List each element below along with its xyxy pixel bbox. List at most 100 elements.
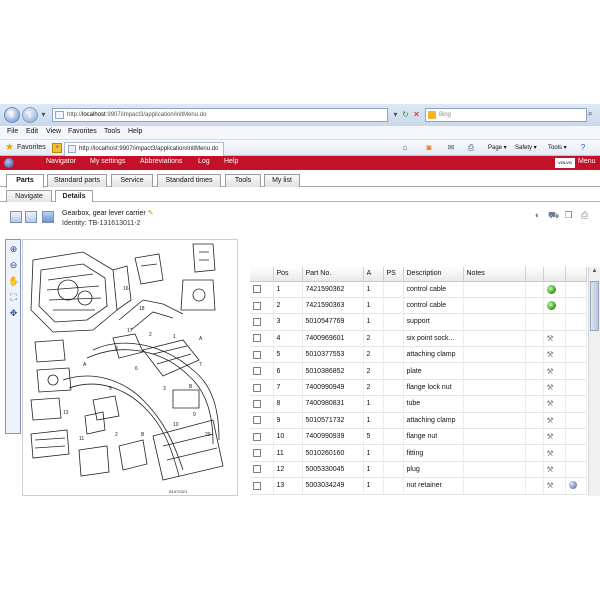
tool-icon[interactable]: ⚒ [547,350,554,359]
table-row[interactable]: 13 5003034249 1 nut retainer ⚒ [250,477,587,495]
row-checkbox[interactable] [253,367,261,376]
search-input[interactable]: Bing [425,108,587,122]
header-description[interactable]: Description [403,267,464,282]
row-checkbox[interactable] [253,449,261,458]
table-row[interactable]: 8 7400980831 1 tube ⚒ [250,395,587,413]
row-checkbox[interactable] [253,317,261,326]
pan-hand-icon[interactable]: ✋ [8,276,19,287]
tool-icon[interactable]: ⚒ [547,334,554,343]
tool-icon[interactable]: ⚒ [547,367,554,376]
stop-icon[interactable]: ✕ [411,109,422,121]
menu-file[interactable]: File [7,128,18,135]
tab-parts[interactable]: Parts [6,174,44,188]
browser-tab[interactable]: http://localhost:9907/impact3/applicatio… [64,142,224,156]
row-checkbox[interactable] [253,334,261,343]
header-part-no[interactable]: Part No. [302,267,364,282]
help-icon[interactable]: ? [578,143,588,153]
favorites-button[interactable]: Favorites [17,144,46,151]
subtab-navigate[interactable]: Navigate [6,190,52,202]
pin-icon[interactable]: ✎ [148,210,154,217]
scroll-thumb[interactable] [590,281,599,331]
back-button[interactable]: ‹ [4,107,20,123]
favorites-star-icon[interactable]: ★ [5,142,14,153]
row-checkbox[interactable] [253,465,261,474]
tab-standard-times[interactable]: Standard times [157,174,221,187]
safety-menu[interactable]: Safety ▾ [515,144,537,151]
row-checkbox[interactable] [253,383,261,392]
nav-log[interactable]: Log [198,158,210,165]
table-row[interactable]: 3 5010547769 1 support [250,313,587,331]
nav-abbreviations[interactable]: Abbreviations [140,158,182,165]
app-menu-button[interactable]: Menu [578,158,596,165]
header-ps[interactable]: PS [383,267,404,282]
tool-icon[interactable]: ⚒ [547,416,554,425]
tab-my-list[interactable]: My list [264,174,300,187]
home-icon[interactable]: ⌂ [400,143,410,153]
tools-menu[interactable]: Tools ▾ [548,144,567,151]
history-icon[interactable]: ◐ [532,210,543,221]
table-scrollbar[interactable]: ▲ [588,267,600,496]
tool-icon[interactable]: ⚒ [547,481,554,490]
tool-icon[interactable]: ⚒ [547,465,554,474]
print-icon[interactable]: ⎙ [466,143,476,153]
table-row[interactable]: 4 7400969601 2 six point sock... ⚒ [250,330,587,348]
tool-icon[interactable]: ⚒ [547,432,554,441]
nav-help[interactable]: Help [224,158,238,165]
cart-icon[interactable]: ⛟ [548,210,559,221]
printer-icon[interactable]: ⎙ [579,210,590,221]
collapse-icon[interactable] [25,211,37,223]
add-favorite-icon[interactable]: + [52,143,62,153]
table-row[interactable]: 5 5010377553 2 attaching clamp ⚒ [250,346,587,364]
table-row[interactable]: 9 5010571732 1 attaching clamp ⚒ [250,412,587,430]
header-a[interactable]: A [363,267,384,282]
header-notes[interactable]: Notes [463,267,526,282]
table-row[interactable]: 1 7421590362 1 control cable → [250,281,587,298]
refresh-icon[interactable]: ↻ [400,109,411,121]
page-menu[interactable]: Page ▾ [488,144,507,151]
table-row[interactable]: 6 5010386852 2 plate ⚒ [250,362,587,380]
exploded-view-illustration[interactable]: 16 17 18 8 2 1 A 7 6 5 A 3 B 13 11 2 B 9 20 10 B19793… [22,239,238,496]
go-arrow-icon[interactable]: → [546,284,556,294]
row-checkbox[interactable] [253,301,261,310]
nav-navigator[interactable]: Navigator [46,158,76,165]
mail-icon[interactable]: ✉ [446,143,456,153]
menu-edit[interactable]: Edit [26,128,38,135]
zoom-out-icon[interactable]: ⊖ [8,260,19,271]
table-row[interactable]: 12 5005330045 1 plug ⚒ [250,461,587,479]
split-view-icon[interactable] [42,211,54,223]
row-checkbox[interactable] [253,285,261,294]
row-checkbox[interactable] [253,350,261,359]
row-checkbox[interactable] [253,432,261,441]
tool-icon[interactable]: ⚒ [547,383,554,392]
tab-service[interactable]: Service [111,174,153,187]
header-pos[interactable]: Pos [273,267,303,282]
feeds-icon[interactable]: ◙ [424,143,434,153]
info-icon[interactable] [568,480,577,489]
zoom-in-icon[interactable]: ⊕ [8,244,19,255]
table-row[interactable]: 7 7400990949 2 flange lock nut ⚒ [250,379,587,397]
row-checkbox[interactable] [253,399,261,408]
table-row[interactable]: 2 7421590363 1 control cable → [250,297,587,315]
address-bar[interactable]: http://localhost:9907/impact3/applicatio… [52,108,388,122]
table-row[interactable]: 11 5010260160 1 fitting ⚒ [250,444,587,462]
forward-button[interactable]: › [22,107,38,123]
scroll-up-icon[interactable]: ▲ [590,268,599,278]
copy-icon[interactable]: ❐ [563,210,574,221]
tab-standard-parts[interactable]: Standard parts [47,174,107,187]
history-dropdown-icon[interactable]: ▾ [38,109,49,121]
menu-tools[interactable]: Tools [104,128,120,135]
go-arrow-icon[interactable]: → [546,301,556,311]
search-icon[interactable]: ⌕ [588,109,598,121]
menu-help[interactable]: Help [128,128,142,135]
table-row[interactable]: 10 7400990939 5 flange nut ⚒ [250,428,587,446]
move-icon[interactable]: ✥ [8,308,19,319]
subtab-details[interactable]: Details [55,190,93,202]
menu-favorites[interactable]: Favorites [68,128,97,135]
expand-icon[interactable] [10,211,22,223]
tool-icon[interactable]: ⚒ [547,449,554,458]
tool-icon[interactable]: ⚒ [547,399,554,408]
fit-view-icon[interactable]: ⛶ [8,292,19,303]
nav-my-settings[interactable]: My settings [90,158,125,165]
tab-tools[interactable]: Tools [225,174,261,187]
row-checkbox[interactable] [253,416,261,425]
